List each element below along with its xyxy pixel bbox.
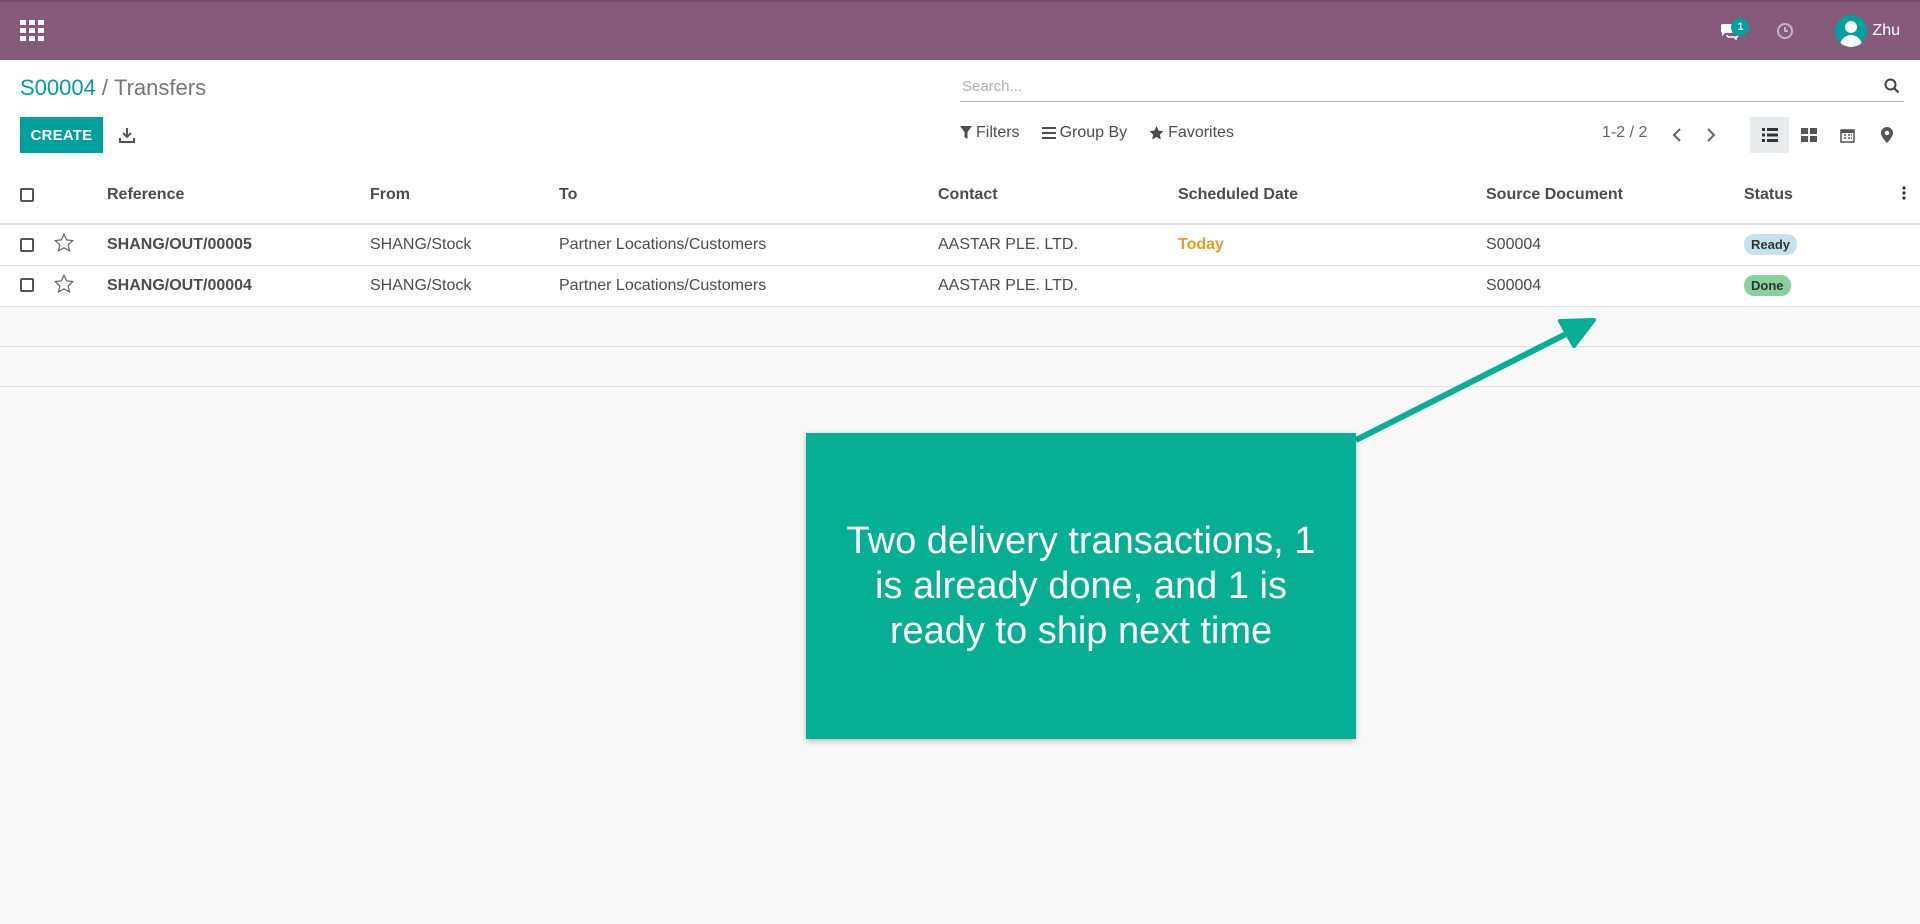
annotation-callout: Two delivery transactions, 1 is already …	[806, 433, 1356, 739]
scheduled-date-cell: Today	[1178, 235, 1224, 253]
breadcrumb-current: Transfers	[113, 75, 207, 100]
search-bar	[960, 72, 1904, 102]
list-view: Reference From To Contact Scheduled Date…	[0, 167, 1920, 387]
pager-next-icon[interactable]	[1702, 126, 1720, 144]
view-switcher	[1750, 117, 1906, 153]
map-view-icon[interactable]	[1867, 117, 1906, 153]
column-header-to[interactable]: To	[559, 167, 938, 224]
list-view-icon[interactable]	[1750, 117, 1789, 153]
filters-button[interactable]: Filters	[960, 124, 1020, 142]
column-header-source-document[interactable]: Source Document	[1486, 167, 1744, 224]
star-icon[interactable]	[53, 273, 75, 298]
apps-menu-icon[interactable]	[20, 20, 44, 42]
empty-row	[0, 346, 1920, 386]
empty-row	[0, 306, 1920, 346]
status-badge: Done	[1744, 275, 1791, 296]
calendar-view-icon[interactable]	[1828, 117, 1867, 153]
star-icon	[1149, 126, 1164, 140]
status-badge: Ready	[1744, 234, 1798, 256]
filters-label: Filters	[976, 124, 1020, 141]
create-button[interactable]: CREATE	[20, 117, 103, 153]
breadcrumb-parent-link[interactable]: S00004	[20, 75, 96, 100]
kanban-view-icon[interactable]	[1789, 117, 1828, 153]
row-checkbox[interactable]	[20, 237, 34, 252]
table-header-row: Reference From To Contact Scheduled Date…	[0, 167, 1920, 224]
contact-cell: AASTAR PLE. LTD.	[938, 235, 1078, 253]
column-header-scheduled-date[interactable]: Scheduled Date	[1178, 167, 1486, 224]
favorites-label: Favorites	[1168, 124, 1234, 141]
optional-columns-icon[interactable]	[1902, 167, 1920, 224]
source-document-cell: S00004	[1486, 235, 1542, 253]
avatar	[1835, 15, 1868, 47]
column-header-from[interactable]: From	[370, 167, 559, 224]
search-input[interactable]	[960, 72, 1864, 100]
column-header-contact[interactable]: Contact	[938, 167, 1178, 224]
filter-icon	[960, 126, 972, 139]
to-cell: Partner Locations/Customers	[559, 235, 767, 253]
user-menu[interactable]: Zhu	[1835, 15, 1900, 47]
transfers-table: Reference From To Contact Scheduled Date…	[0, 167, 1920, 387]
from-cell: SHANG/Stock	[370, 235, 472, 253]
breadcrumb: S00004/Transfers	[20, 75, 206, 101]
table-row[interactable]: SHANG/OUT/00004 SHANG/Stock Partner Loca…	[0, 265, 1920, 306]
search-icon[interactable]	[1884, 78, 1900, 99]
reference-cell: SHANG/OUT/00004	[107, 276, 252, 294]
chat-icon[interactable]: 1	[1709, 11, 1750, 51]
favorites-button[interactable]: Favorites	[1149, 124, 1234, 142]
column-header-status[interactable]: Status	[1744, 167, 1902, 224]
source-document-cell: S00004	[1486, 276, 1542, 294]
clock-icon[interactable]	[1765, 11, 1805, 51]
control-panel: S00004/Transfers CREATE Filters Group By…	[0, 60, 1920, 168]
table-row[interactable]: SHANG/OUT/00005 SHANG/Stock Partner Loca…	[0, 224, 1920, 265]
row-checkbox[interactable]	[20, 278, 34, 293]
reference-cell: SHANG/OUT/00005	[107, 235, 252, 253]
star-icon[interactable]	[53, 232, 75, 257]
group-by-label: Group By	[1059, 124, 1128, 141]
contact-cell: AASTAR PLE. LTD.	[938, 276, 1078, 294]
annotation-text: Two delivery transactions, 1 is already …	[846, 519, 1316, 652]
search-options: Filters Group By Favorites	[960, 124, 1256, 142]
scheduled-date-cell	[1178, 265, 1486, 306]
group-by-button[interactable]: Group By	[1041, 124, 1128, 142]
column-header-reference[interactable]: Reference	[107, 167, 370, 224]
to-cell: Partner Locations/Customers	[559, 276, 767, 294]
pager-previous-icon[interactable]	[1668, 126, 1686, 144]
bars-icon	[1041, 127, 1056, 139]
from-cell: SHANG/Stock	[370, 276, 472, 294]
pager-value[interactable]: 1-2 / 2	[1602, 124, 1647, 142]
select-all-checkbox[interactable]	[20, 187, 34, 202]
top-navbar: 1 Zhu	[0, 0, 1920, 60]
download-icon[interactable]	[116, 124, 138, 146]
chat-count-badge: 1	[1731, 18, 1750, 36]
user-name: Zhu	[1872, 22, 1900, 39]
breadcrumb-separator: /	[101, 75, 108, 100]
